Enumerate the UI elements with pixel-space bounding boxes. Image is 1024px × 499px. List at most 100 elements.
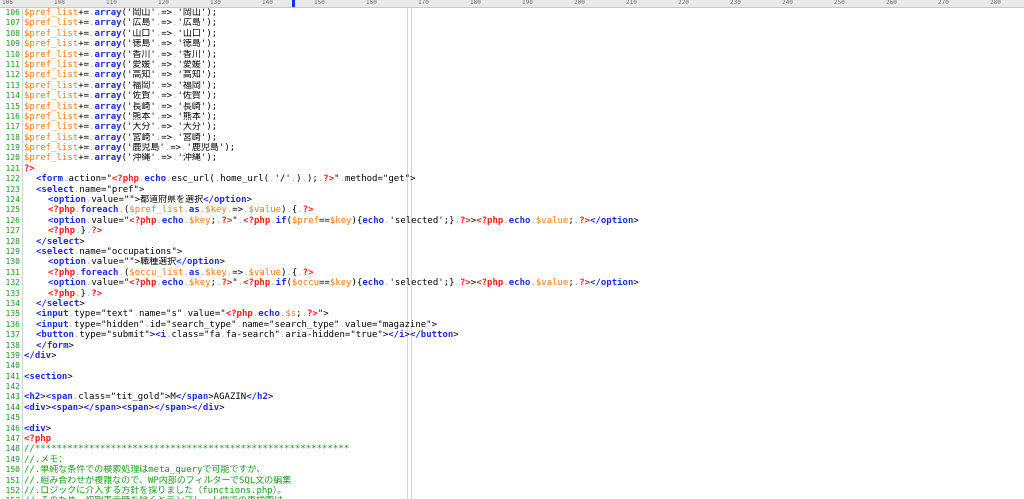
- ruler-label: 108: [54, 0, 65, 6]
- code-line[interactable]: 116 $pref_list+=.array('熊本'.=>.'熊本');: [0, 112, 1024, 122]
- code-line[interactable]: 118 $pref_list+=.array('宮崎'.=>.'宮崎');: [0, 133, 1024, 143]
- line-number: 141: [5, 371, 20, 381]
- code-line[interactable]: 130 <option.value="">職種選択</option>: [0, 257, 1024, 267]
- line-number: 108: [5, 28, 20, 38]
- cursor-column-marker: [292, 0, 295, 7]
- line-number: 107: [5, 18, 20, 28]
- code-line[interactable]: 151 //.組み合わせが複雑なので、WP内部のフィルターでSQL文の編集: [0, 476, 1024, 486]
- line-number: 112: [5, 70, 20, 80]
- line-number: 143: [5, 392, 20, 402]
- code-line[interactable]: 126 <option.value="<?php.echo.$key;.?>".<…: [0, 216, 1024, 226]
- ruler-label: 106: [2, 0, 13, 6]
- code-line[interactable]: 146 <div>: [0, 424, 1024, 434]
- line-number: 120: [5, 153, 20, 163]
- code-line[interactable]: 119 $pref_list+=.array('鹿児島'.=>.'鹿児島');: [0, 143, 1024, 153]
- code-line[interactable]: 128 </select>: [0, 237, 1024, 247]
- line-code: <?php: [24, 434, 52, 445]
- code-line[interactable]: 132 <option.value="<?php.echo.$key;.?>".<…: [0, 278, 1024, 288]
- line-code: <option.value="">都道府県を選択</option>: [48, 195, 252, 206]
- code-line[interactable]: 117 $pref_list+=.array('大分'.=>.'大分');: [0, 122, 1024, 132]
- code-line[interactable]: 114 $pref_list+=.array('佐賀'.=>.'佐賀');: [0, 91, 1024, 101]
- code-line[interactable]: 144 <div><span></span><span></span></div>: [0, 403, 1024, 413]
- code-line[interactable]: 109 $pref_list+=.array('徳島'.=>.'徳島');: [0, 39, 1024, 49]
- code-line[interactable]: 148 //***********************************…: [0, 444, 1024, 454]
- line-code: <form.action="<?php.echo.esc_url(.home_u…: [36, 174, 416, 185]
- code-line[interactable]: 107 $pref_list+=.array('広島'.=>.'広島');: [0, 18, 1024, 28]
- code-line[interactable]: 135 <input.type="text".name="s".value="<?…: [0, 309, 1024, 319]
- code-line[interactable]: 122 <form.action="<?php.echo.esc_url(.hom…: [0, 174, 1024, 184]
- line-code: $pref_list+=.array('沖縄'.=>.'沖縄');: [24, 153, 218, 164]
- line-number: 152: [5, 485, 20, 495]
- code-line[interactable]: 141 <section>: [0, 372, 1024, 382]
- code-line[interactable]: 108 $pref_list+=.array('山口'.=>.'山口');: [0, 29, 1024, 39]
- line-number: 115: [5, 101, 20, 111]
- code-line[interactable]: 121 ?>: [0, 164, 1024, 174]
- code-line[interactable]: 147 <?php: [0, 434, 1024, 444]
- line-code: $pref_list+=.array('鹿児島'.=>.'鹿児島');: [24, 143, 236, 154]
- line-number: 134: [5, 298, 20, 308]
- line-code: <option.value="<?php.echo.$key;.?>".<?ph…: [48, 215, 639, 226]
- line-number: 136: [5, 319, 20, 329]
- code-line[interactable]: 111 $pref_list+=.array('愛媛'.=>.'愛媛');: [0, 60, 1024, 70]
- line-code: </select>: [36, 236, 85, 247]
- code-line[interactable]: 152 //.ロジックに介入する方針を採りました（functions.php）。: [0, 486, 1024, 496]
- ruler-label: 270: [938, 0, 949, 6]
- ruler-label: 140: [262, 0, 273, 6]
- line-code: $pref_list+=.array('大分'.=>.'大分');: [24, 122, 218, 133]
- code-line[interactable]: 120 $pref_list+=.array('沖縄'.=>.'沖縄');: [0, 153, 1024, 163]
- code-line[interactable]: 134 </select>: [0, 299, 1024, 309]
- ruler-label: 220: [678, 0, 689, 6]
- line-code: <select.name="pref">: [36, 184, 145, 195]
- code-line[interactable]: 140: [0, 361, 1024, 371]
- line-number: 144: [5, 402, 20, 412]
- line-code: <input.type="hidden".id="search_type".na…: [36, 319, 438, 330]
- code-line[interactable]: 112 $pref_list+=.array('高知'.=>.'高知');: [0, 70, 1024, 80]
- code-line[interactable]: 113 $pref_list+=.array('福岡'.=>.'福岡');: [0, 81, 1024, 91]
- line-code: </div>: [24, 350, 57, 361]
- line-code: $pref_list+=.array('岡山'.=>.'岡山');: [24, 8, 218, 18]
- ruler-label: 150: [314, 0, 325, 6]
- line-code: <?php.}.?>: [48, 226, 103, 237]
- line-code: $pref_list+=.array('徳島'.=>.'徳島');: [24, 39, 218, 50]
- ruler-label: 200: [574, 0, 585, 6]
- code-line[interactable]: 127 <?php.}.?>: [0, 226, 1024, 236]
- line-number: 111: [5, 59, 20, 69]
- code-line[interactable]: 129 <select.name="occupations">: [0, 247, 1024, 257]
- code-line[interactable]: 139 </div>: [0, 351, 1024, 361]
- code-line[interactable]: 124 <option.value="">都道府県を選択</option>: [0, 195, 1024, 205]
- line-number: 106: [5, 8, 20, 17]
- line-number: 145: [5, 413, 20, 423]
- code-line[interactable]: 106 $pref_list+=.array('岡山'.=>.'岡山');: [0, 8, 1024, 18]
- code-line[interactable]: 143 <h2><span.class="tit_gold">M</span>AG…: [0, 392, 1024, 402]
- line-number: 127: [5, 226, 20, 236]
- line-code: <?php.foreach.($occu_list.as.$key.=>.$va…: [48, 267, 314, 278]
- code-line[interactable]: 125 <?php.foreach.($pref_list.as.$key.=>.…: [0, 205, 1024, 215]
- ruler-label: 110: [106, 0, 117, 6]
- column-ruler: 106 108 110 120 130 140 150 160 170 180 …: [0, 0, 1024, 8]
- code-line[interactable]: 115 $pref_list+=.array('長崎'.=>.'長崎');: [0, 102, 1024, 112]
- ruler-label: 190: [522, 0, 533, 6]
- line-number: 113: [5, 80, 20, 90]
- code-line[interactable]: 145: [0, 413, 1024, 423]
- code-line[interactable]: 123 <select.name="pref">: [0, 185, 1024, 195]
- line-number: 139: [5, 350, 20, 360]
- code-lines[interactable]: 106 $pref_list+=.array('岡山'.=>.'岡山'); 107 $…: [0, 8, 1024, 499]
- code-editor[interactable]: 106 108 110 120 130 140 150 160 170 180 …: [0, 0, 1024, 499]
- code-line[interactable]: 133 <?php.}.?>: [0, 289, 1024, 299]
- code-line[interactable]: 138 </form>: [0, 341, 1024, 351]
- code-line[interactable]: 131 <?php.foreach.($occu_list.as.$key.=>.…: [0, 268, 1024, 278]
- code-line[interactable]: 149 //.メモ：: [0, 455, 1024, 465]
- line-number: 146: [5, 423, 20, 433]
- line-code: //.メモ：: [24, 454, 68, 465]
- ruler-label: 120: [158, 0, 169, 6]
- line-number: 128: [5, 236, 20, 246]
- line-code: <option.value="">職種選択</option>: [48, 257, 225, 268]
- code-line[interactable]: 136 <input.type="hidden".id="search_type"…: [0, 320, 1024, 330]
- code-line[interactable]: 150 //.単純な条件での検索処理はmeta_queryで可能ですが、: [0, 465, 1024, 475]
- code-line[interactable]: 137 <button.type="submit"><i.class="fa.fa…: [0, 330, 1024, 340]
- code-line[interactable]: 110 $pref_list+=.array('香川'.=>.'香川');: [0, 50, 1024, 60]
- code-line[interactable]: 142: [0, 382, 1024, 392]
- line-number: 147: [5, 434, 20, 444]
- line-code: $pref_list+=.array('高知'.=>.'高知');: [24, 70, 218, 81]
- line-code: //.組み合わせが複雑なので、WP内部のフィルターでSQL文の編集: [24, 475, 292, 486]
